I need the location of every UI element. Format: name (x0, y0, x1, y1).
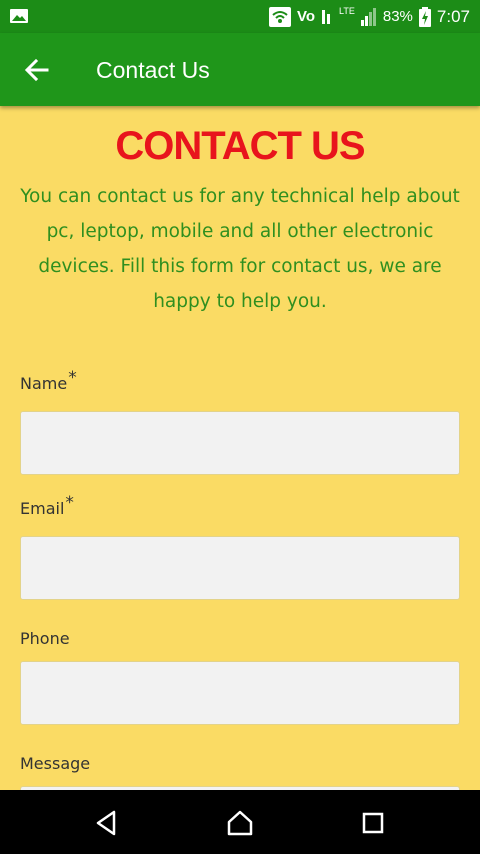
nav-recents-icon[interactable] (358, 808, 388, 838)
contact-heading: CONTACT US (115, 124, 365, 168)
contact-form-page: CONTACT US You can contact us for any te… (0, 106, 480, 790)
wifi-icon (268, 6, 291, 27)
volte-label: Vo (296, 8, 316, 25)
gallery-notification-icon (10, 9, 28, 23)
battery-charging-icon (418, 6, 431, 27)
system-navigation-bar (0, 790, 480, 854)
lte-label: LTE (339, 5, 355, 16)
phone-label: Phone (20, 629, 70, 648)
email-label: Email* (20, 493, 74, 519)
phone-input[interactable] (20, 661, 460, 725)
page-title: Contact Us (96, 57, 210, 83)
battery-percentage: 83% (382, 8, 413, 25)
intro-text: You can contact us for any technical hel… (20, 186, 460, 312)
clock: 7:07 (436, 6, 470, 26)
status-icons: Vo LTE 83% 7:07 (268, 0, 470, 33)
name-input[interactable] (20, 411, 460, 475)
signal-strength-icon (360, 7, 376, 26)
name-label-text: Name (20, 374, 68, 393)
name-required-mark: * (68, 368, 77, 388)
email-input[interactable] (20, 536, 460, 600)
name-label: Name* (20, 368, 77, 394)
email-required-mark: * (65, 493, 74, 513)
email-label-text: Email (20, 499, 65, 518)
volte-signal-icon (322, 9, 331, 24)
app-bar: Contact Us (0, 33, 480, 106)
back-arrow-icon[interactable] (22, 55, 52, 85)
nav-home-icon[interactable] (225, 808, 255, 838)
message-label: Message (20, 754, 91, 773)
nav-back-icon[interactable] (92, 808, 122, 838)
status-bar: Vo LTE 83% 7:07 (0, 0, 480, 33)
